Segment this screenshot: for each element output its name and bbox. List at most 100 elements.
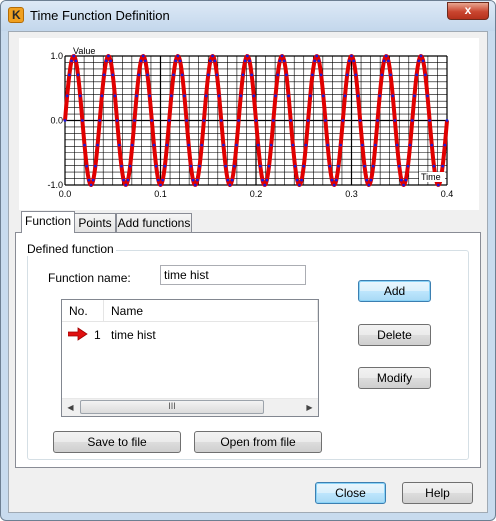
data-point [267, 164, 271, 168]
data-point [89, 183, 93, 187]
data-point [185, 119, 188, 122]
data-point [300, 178, 303, 182]
data-point [371, 164, 375, 168]
save-to-file-button[interactable]: Save to file [53, 431, 181, 453]
data-point [178, 59, 182, 63]
data-point [339, 143, 343, 147]
data-point [104, 59, 108, 63]
chart-area: 0.0 0.1 0.2 0.3 0.4 1.0 0.0 -1.0 Value Time [19, 38, 479, 210]
data-point [341, 119, 345, 122]
row-name: time hist [111, 328, 156, 342]
data-point [154, 164, 158, 168]
data-point [345, 73, 349, 77]
data-point [313, 59, 316, 63]
data-point [91, 178, 95, 182]
tab-points[interactable]: Points [74, 213, 116, 232]
x-tick-label: 0.2 [250, 189, 263, 199]
data-point [395, 143, 399, 147]
data-point [200, 143, 204, 147]
data-point [215, 73, 219, 77]
data-point [430, 143, 434, 147]
data-point [295, 178, 299, 182]
x-axis-label: Time [421, 172, 441, 182]
data-point [85, 164, 89, 168]
data-point [107, 54, 110, 58]
data-point [367, 183, 371, 187]
data-point [384, 54, 388, 58]
data-point [78, 94, 82, 98]
window-close-button[interactable]: x [447, 2, 489, 20]
data-point [304, 143, 308, 147]
tab-function[interactable]: Function [21, 211, 75, 233]
add-button[interactable]: Add [358, 280, 431, 302]
data-point [74, 59, 78, 63]
data-point [176, 54, 180, 58]
tab-add-functions[interactable]: Add functions [116, 213, 192, 232]
data-point [165, 143, 169, 147]
data-point [135, 94, 139, 98]
data-point [415, 73, 419, 77]
data-point [161, 178, 165, 182]
function-list[interactable]: No. Name 1 time hist ◀ III ▶ [61, 299, 319, 417]
data-point [243, 59, 247, 63]
scroll-left-icon[interactable]: ◀ [62, 399, 79, 416]
data-point [67, 73, 71, 77]
data-point [113, 94, 117, 98]
data-point [319, 73, 323, 77]
data-point [139, 59, 143, 63]
data-point [141, 54, 145, 58]
close-button[interactable]: Close [315, 482, 386, 504]
data-point [245, 54, 249, 58]
data-point [180, 73, 184, 77]
data-point [311, 73, 314, 77]
app-icon [8, 7, 24, 23]
data-point [198, 164, 201, 168]
scroll-right-icon[interactable]: ▶ [301, 399, 318, 416]
data-point [421, 59, 425, 63]
data-point [169, 94, 173, 98]
data-point [111, 73, 115, 77]
data-point [441, 164, 445, 168]
data-point [133, 119, 136, 122]
data-point [130, 143, 134, 147]
data-point [237, 119, 241, 122]
data-point [235, 143, 238, 147]
data-point [219, 119, 223, 122]
data-point [365, 178, 369, 182]
data-point [263, 183, 267, 187]
data-point [321, 94, 325, 98]
data-point [293, 164, 297, 168]
data-point [445, 119, 449, 122]
scrollbar-thumb[interactable]: III [80, 400, 264, 414]
data-point [387, 59, 390, 63]
data-point [413, 94, 416, 98]
data-point [209, 59, 212, 63]
horizontal-scrollbar[interactable]: ◀ III ▶ [62, 398, 318, 416]
modify-button[interactable]: Modify [358, 367, 431, 389]
data-point [352, 59, 356, 63]
data-point [128, 164, 132, 168]
help-button[interactable]: Help [402, 482, 473, 504]
data-point [378, 94, 382, 98]
data-point [172, 73, 175, 77]
column-header-no[interactable]: No. [62, 300, 104, 322]
data-point [126, 178, 130, 182]
data-point [98, 119, 102, 122]
data-point [426, 94, 429, 98]
column-header-name[interactable]: Name [104, 300, 318, 322]
open-from-file-button[interactable]: Open from file [194, 431, 322, 453]
data-point [330, 178, 334, 182]
data-point [230, 178, 234, 182]
row-number: 1 [94, 328, 101, 342]
x-tick-label: 0.0 [59, 189, 72, 199]
data-point [213, 59, 217, 63]
data-point [306, 119, 310, 122]
data-point [239, 94, 243, 98]
delete-button[interactable]: Delete [358, 324, 431, 346]
arrow-right-icon [68, 327, 88, 341]
data-point [152, 143, 156, 147]
data-point [298, 183, 301, 187]
function-name-input[interactable]: time hist [160, 265, 306, 285]
data-point [269, 143, 273, 147]
data-point [204, 94, 208, 98]
